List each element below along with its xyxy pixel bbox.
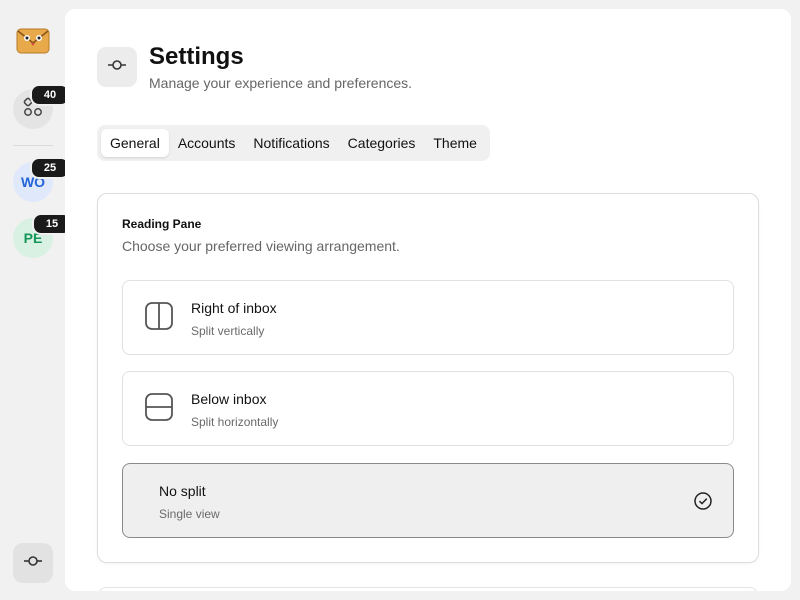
account-button-pe[interactable]: PE 15 <box>13 213 72 258</box>
settings-panel: Settings Manage your experience and pref… <box>65 9 791 591</box>
tab-categories[interactable]: Categories <box>339 129 425 157</box>
commit-icon <box>107 55 127 80</box>
page-subtitle: Manage your experience and preferences. <box>149 75 413 91</box>
app-logo[interactable] <box>16 27 50 55</box>
header-icon-tile <box>97 47 137 87</box>
sidebar-rail: 40 WO 25 PE 15 <box>0 0 72 600</box>
split-horizontal-icon <box>144 392 174 422</box>
option-right-of-inbox[interactable]: Right of inbox Split vertically <box>122 280 734 355</box>
tab-general[interactable]: General <box>101 129 169 157</box>
split-vertical-icon <box>144 301 174 331</box>
settings-tabs: General Accounts Notifications Categorie… <box>97 125 490 161</box>
section-description: Choose your preferred viewing arrangemen… <box>122 238 400 254</box>
option-subtitle: Single view <box>159 507 220 521</box>
option-subtitle: Split horizontally <box>191 415 279 429</box>
settings-button[interactable] <box>13 543 53 583</box>
check-circle-icon <box>693 491 713 511</box>
tab-accounts[interactable]: Accounts <box>169 129 245 157</box>
unread-badge: 25 <box>30 157 70 179</box>
rail-divider <box>13 145 53 146</box>
option-no-split[interactable]: No split Single view <box>122 463 734 538</box>
reading-pane-card: Reading Pane Choose your preferred viewi… <box>97 193 759 563</box>
page-title: Settings <box>149 43 244 70</box>
option-label: No split <box>159 483 206 499</box>
unread-badge: 40 <box>30 84 70 106</box>
commit-icon <box>23 551 43 576</box>
all-accounts-button[interactable]: 40 <box>13 84 70 129</box>
section-title: Reading Pane <box>122 217 202 231</box>
next-section-card <box>97 587 759 591</box>
tab-notifications[interactable]: Notifications <box>244 129 338 157</box>
account-button-wo[interactable]: WO 25 <box>13 157 70 202</box>
option-below-inbox[interactable]: Below inbox Split horizontally <box>122 371 734 446</box>
tab-theme[interactable]: Theme <box>424 129 486 157</box>
option-subtitle: Split vertically <box>191 324 265 338</box>
option-label: Right of inbox <box>191 300 277 316</box>
option-label: Below inbox <box>191 391 267 407</box>
